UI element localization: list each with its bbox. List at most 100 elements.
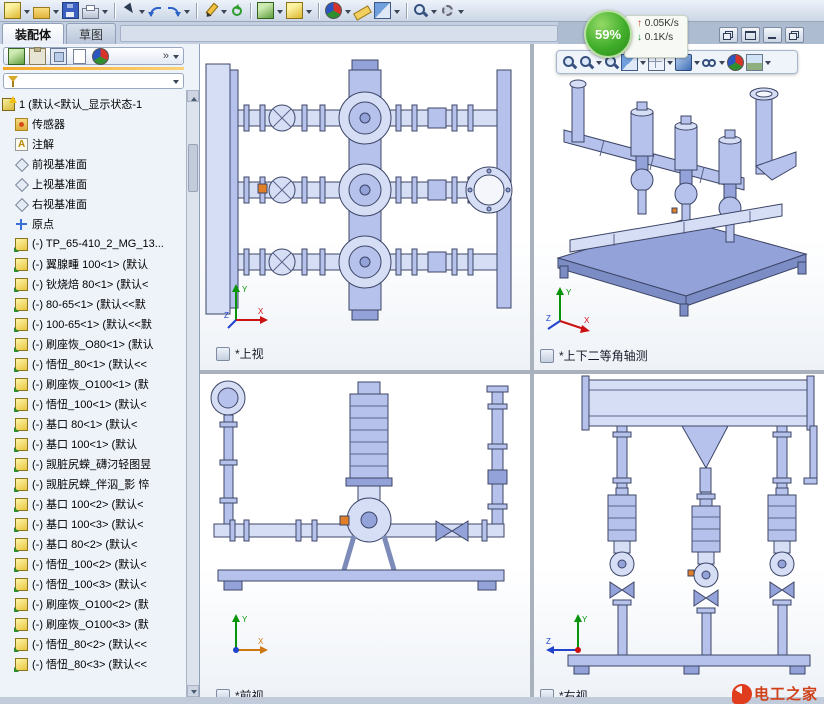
- save-icon[interactable]: [62, 2, 79, 19]
- restore-down-button[interactable]: [785, 27, 804, 43]
- viewport-front-view[interactable]: Y X *前视: [200, 374, 530, 697]
- configurationmanager-tab-icon[interactable]: [50, 47, 67, 65]
- part-icon[interactable]: [286, 2, 303, 19]
- tree-item[interactable]: (-) 刷座恢_O100<2> (默: [2, 594, 186, 614]
- dropdown-arrow-icon[interactable]: [24, 9, 30, 17]
- dropdown-arrow-icon[interactable]: [277, 9, 283, 17]
- tree-item[interactable]: (-) 基口 100<2> (默认<: [2, 494, 186, 514]
- restore-window-button[interactable]: [719, 27, 738, 43]
- hide-show-items-icon[interactable]: [702, 55, 717, 70]
- dropdown-arrow-icon[interactable]: [431, 9, 437, 17]
- tree-item[interactable]: (-) 80-65<1> (默认<<默: [2, 294, 186, 314]
- dropdown-arrow-icon[interactable]: [667, 61, 673, 68]
- rebuild-icon[interactable]: [232, 5, 242, 16]
- propertymanager-tab-icon[interactable]: [29, 46, 46, 65]
- tree-item[interactable]: (-) 悟忸_80<3> (默认<<: [2, 654, 186, 674]
- dropdown-arrow-icon[interactable]: [458, 9, 464, 17]
- dropdown-arrow-icon[interactable]: [719, 61, 725, 68]
- tree-item[interactable]: (-) 刷座恢_O100<3> (默: [2, 614, 186, 634]
- tree-item[interactable]: (-) 基口 80<1> (默认<: [2, 414, 186, 434]
- tree-item[interactable]: (-) 基口 100<3> (默认<: [2, 514, 186, 534]
- zoom-icon[interactable]: [413, 3, 428, 18]
- maximize-window-button[interactable]: [741, 27, 760, 43]
- tree-item[interactable]: (-) 悟忸_80<2> (默认<<: [2, 634, 186, 654]
- tree-item[interactable]: (-) 悟忸_100<2> (默认<: [2, 554, 186, 574]
- tree-item[interactable]: (-) 翼腺畽 100<1> (默认: [2, 254, 186, 274]
- tree-item-label: (-) 80-65<1> (默认<<默: [32, 299, 146, 311]
- dropdown-arrow-icon[interactable]: [184, 9, 190, 17]
- measure-icon[interactable]: [353, 5, 372, 21]
- dropdown-arrow-icon[interactable]: [173, 80, 179, 87]
- print-icon[interactable]: [82, 4, 99, 19]
- dropdown-arrow-icon[interactable]: [345, 9, 351, 17]
- tree-scrollbar[interactable]: [186, 90, 199, 697]
- scroll-down-button[interactable]: [187, 685, 199, 697]
- tab-assembly[interactable]: 装配体: [2, 23, 65, 44]
- tree-item-label: (-) 钬烧焙 80<1> (默认<: [32, 279, 149, 291]
- dropdown-arrow-icon[interactable]: [694, 61, 700, 68]
- assembly-icon[interactable]: [257, 2, 274, 19]
- part-icon: [14, 517, 28, 532]
- tree-item-label: (-) 基口 100<3> (默认<: [32, 519, 144, 531]
- tree-filter-input[interactable]: [23, 74, 169, 88]
- viewport-top-view[interactable]: Y X Z *上视: [200, 44, 530, 370]
- redo-icon[interactable]: [166, 3, 181, 18]
- edit-appearance-icon[interactable]: [727, 53, 744, 71]
- tree-item[interactable]: 注解: [2, 134, 186, 154]
- featuremanager-tab-icon[interactable]: [8, 47, 25, 65]
- dropdown-arrow-icon[interactable]: [139, 9, 145, 17]
- open-document-icon[interactable]: [33, 6, 50, 19]
- tree-item[interactable]: (-) 刷座恢_O80<1> (默认: [2, 334, 186, 354]
- tab-sketch[interactable]: 草图: [66, 23, 117, 44]
- tree-item[interactable]: 右视基准面: [2, 194, 186, 214]
- dimxpert-tab-icon[interactable]: [73, 48, 86, 64]
- part-icon: [14, 297, 28, 312]
- undo-icon[interactable]: [148, 3, 163, 18]
- sketch-icon[interactable]: [203, 3, 218, 18]
- dropdown-arrow-icon[interactable]: [53, 9, 59, 17]
- tree-item[interactable]: (-) 悟忸_100<1> (默认<: [2, 394, 186, 414]
- dropdown-arrow-icon[interactable]: [173, 55, 179, 62]
- tree-item[interactable]: (-) TP_65-410_2_MG_13...: [2, 234, 186, 254]
- dropdown-arrow-icon[interactable]: [596, 61, 602, 68]
- scrollbar-thumb[interactable]: [188, 144, 198, 192]
- tree-item[interactable]: (-) 基口 80<2> (默认<: [2, 534, 186, 554]
- tree-item[interactable]: (-) 觊脏尻蝾_礴汈轻图昱: [2, 454, 186, 474]
- viewport-right-view[interactable]: Y Z *右视: [534, 374, 824, 697]
- tree-item[interactable]: (-) 觊脏尻蝾_伴泅_影 悴: [2, 474, 186, 494]
- tree-item[interactable]: (-) 刷座恢_O100<1> (默: [2, 374, 186, 394]
- tree-item[interactable]: 传感器: [2, 114, 186, 134]
- dropdown-arrow-icon[interactable]: [394, 9, 400, 17]
- viewport-isometric-view[interactable]: Y X Z *上下二等角轴测: [534, 44, 824, 370]
- dropdown-arrow-icon[interactable]: [765, 61, 771, 68]
- minimize-window-button[interactable]: [763, 27, 782, 43]
- panel-chevron-icon[interactable]: »: [163, 50, 169, 62]
- tree-item[interactable]: 1 (默认<默认_显示状态-1: [2, 94, 186, 114]
- tree-item[interactable]: (-) 钬烧焙 80<1> (默认<: [2, 274, 186, 294]
- dropdown-arrow-icon[interactable]: [306, 9, 312, 17]
- orientation-triad: Y Z: [546, 614, 588, 654]
- options-icon[interactable]: [442, 5, 453, 16]
- scroll-up-button[interactable]: [187, 90, 199, 102]
- dropdown-arrow-icon[interactable]: [102, 9, 108, 17]
- tree-item[interactable]: (-) 基口 100<1> (默认: [2, 434, 186, 454]
- tree-item[interactable]: 前视基准面: [2, 154, 186, 174]
- edit-appearance-icon[interactable]: [325, 2, 342, 19]
- displaymanager-tab-icon[interactable]: [92, 47, 109, 65]
- tree-item[interactable]: 上视基准面: [2, 174, 186, 194]
- new-document-icon[interactable]: [4, 2, 21, 19]
- select-icon[interactable]: [121, 3, 136, 18]
- part-icon: [14, 597, 28, 612]
- tree-item[interactable]: (-) 悟忸_100<3> (默认<: [2, 574, 186, 594]
- tree-item[interactable]: (-) 100-65<1> (默认<<默: [2, 314, 186, 334]
- tree-item-label: (-) 基口 100<1> (默认: [32, 439, 138, 451]
- zoom-fit-icon[interactable]: [562, 55, 577, 70]
- dropdown-arrow-icon[interactable]: [221, 9, 227, 17]
- tree-item[interactable]: (-) 悟忸_80<1> (默认<<: [2, 354, 186, 374]
- performance-badge[interactable]: 59%: [584, 10, 632, 58]
- tree-item[interactable]: 原点: [2, 214, 186, 234]
- apply-scene-icon[interactable]: [746, 53, 763, 71]
- part-icon: [14, 377, 28, 392]
- dropdown-arrow-icon[interactable]: [640, 61, 646, 68]
- section-view-icon[interactable]: [374, 2, 391, 19]
